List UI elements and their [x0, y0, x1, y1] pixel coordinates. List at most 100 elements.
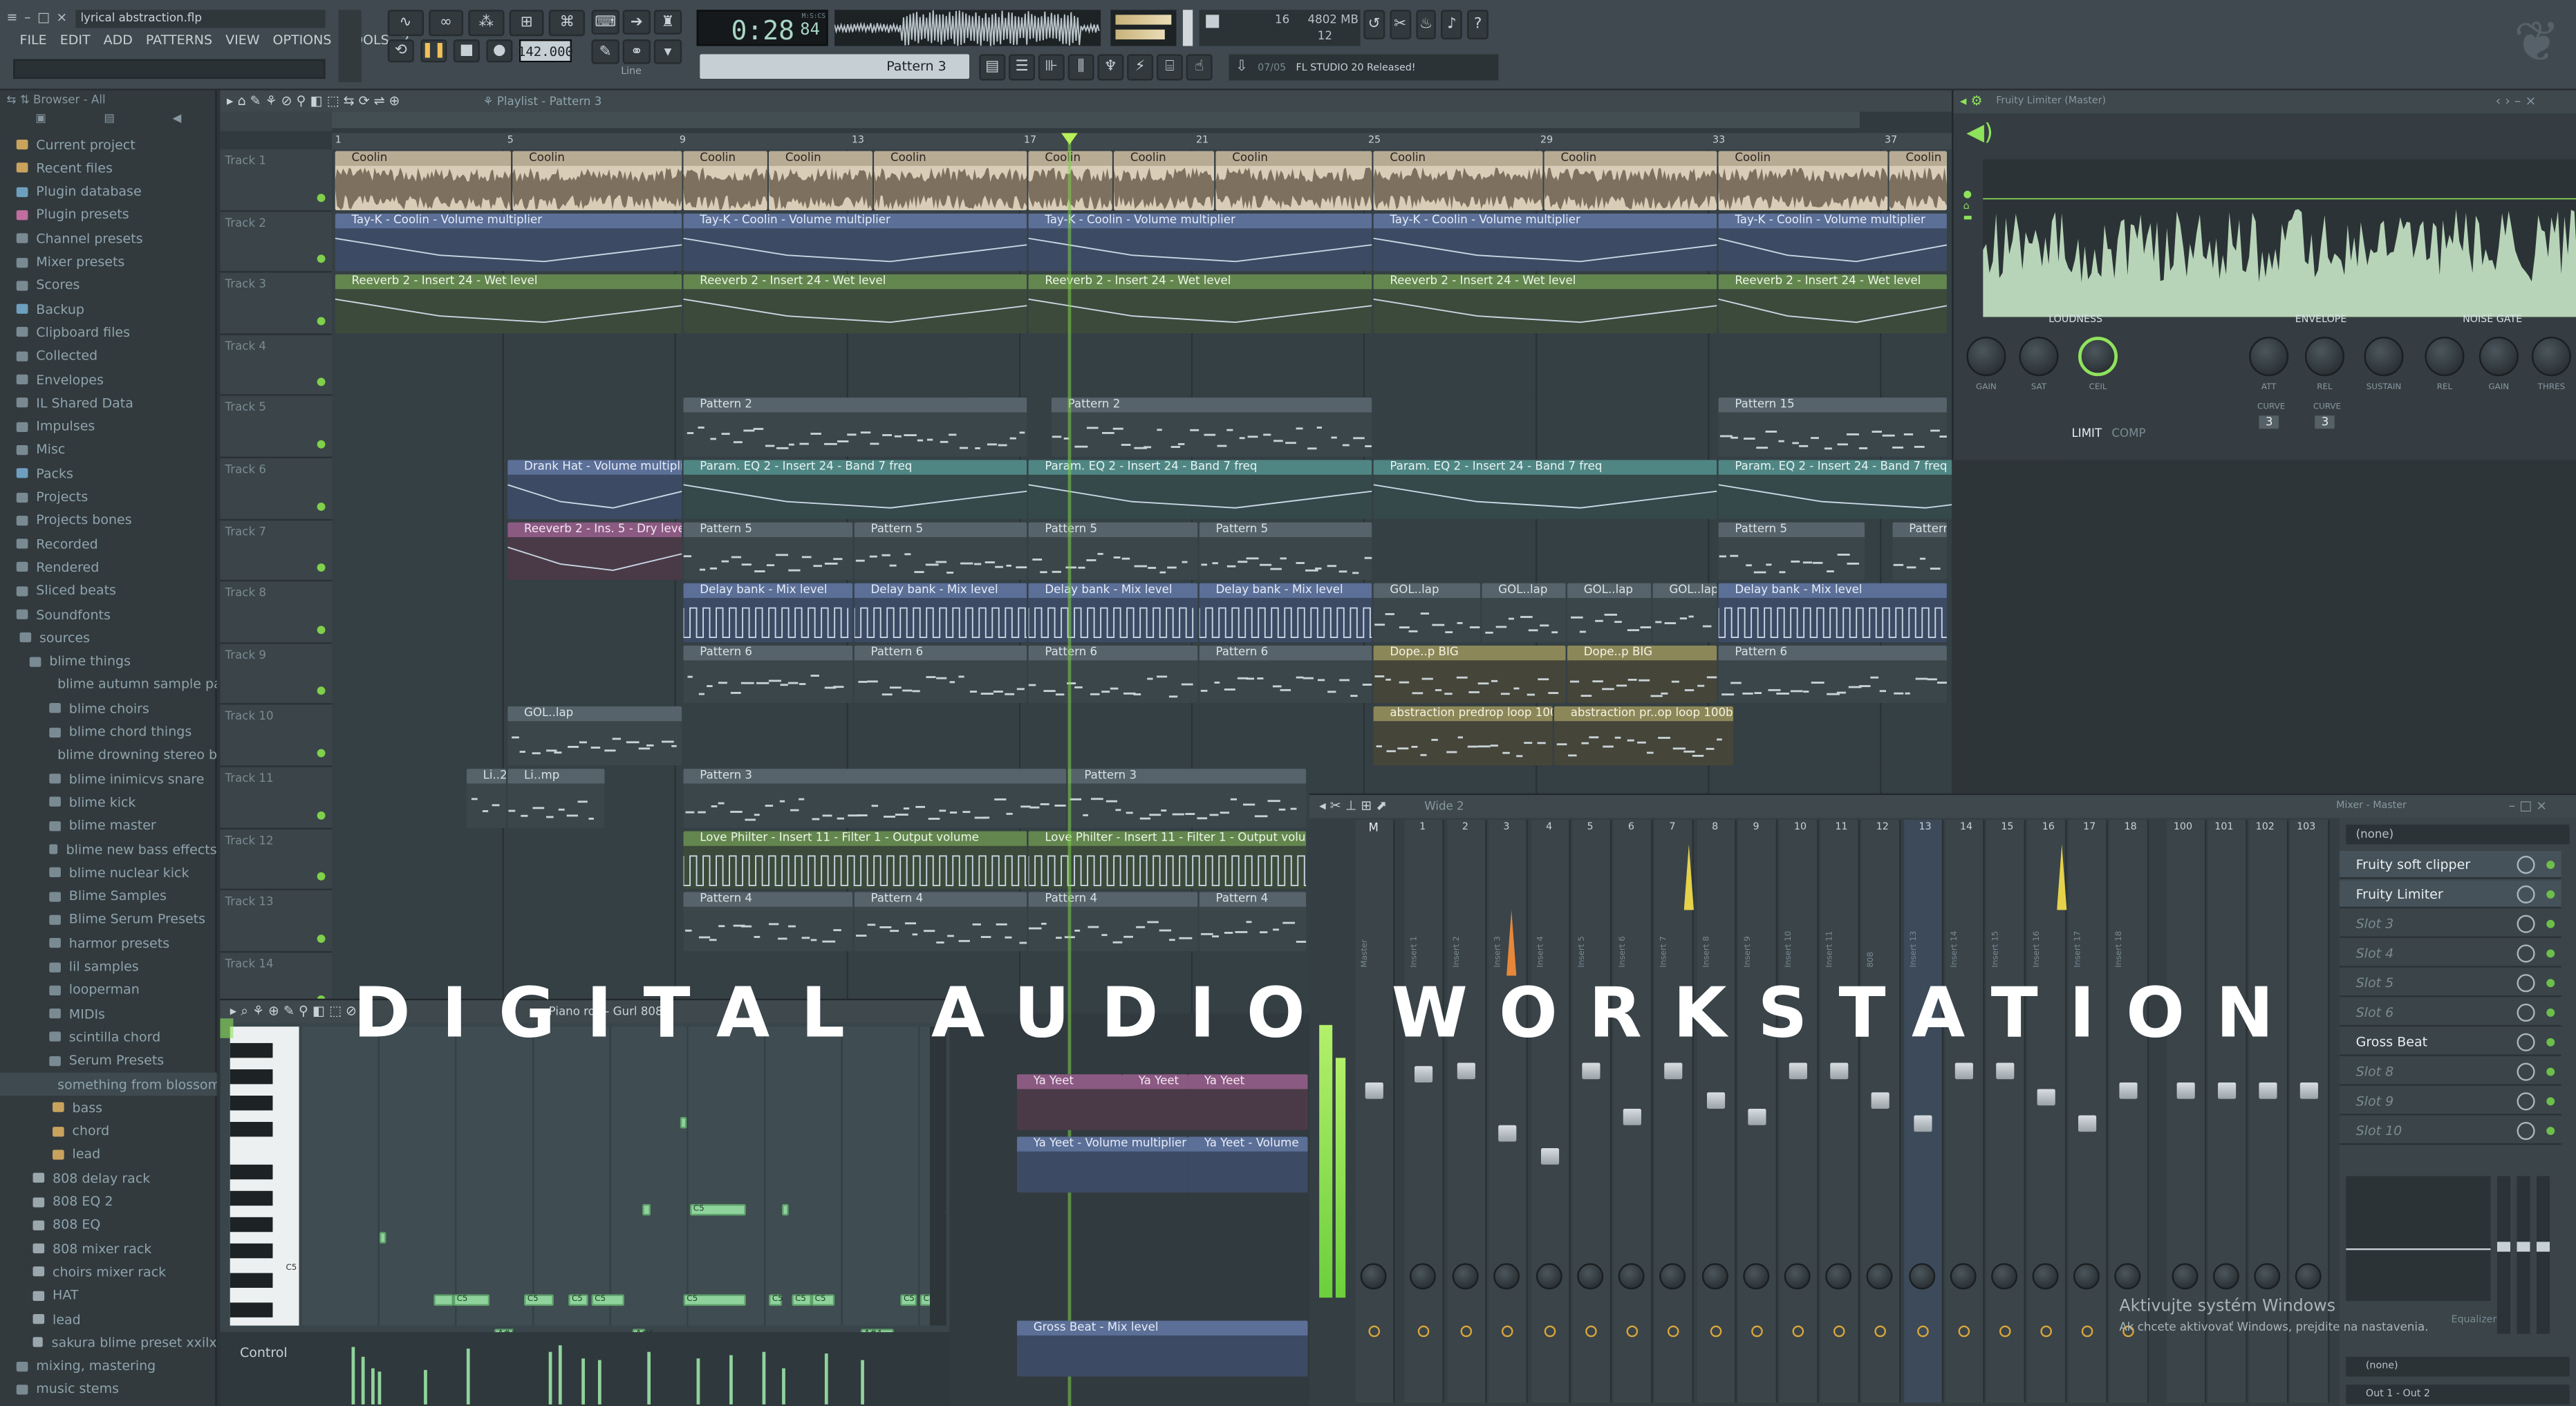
velocity-bar[interactable]	[377, 1371, 382, 1405]
playlist-clip[interactable]: Coolin	[1718, 151, 1888, 210]
playlist-icon[interactable]: ▤	[979, 54, 1006, 81]
mixer-icon[interactable]: ⫼	[1067, 54, 1094, 81]
insert-strip[interactable]: 5 Insert 5	[1572, 819, 1612, 1403]
velocity-bar[interactable]	[466, 1348, 470, 1405]
playlist-clip[interactable]: Coolin	[1215, 151, 1372, 210]
track-header[interactable]: Track 3	[220, 272, 333, 335]
mix-knob[interactable]	[2517, 885, 2535, 903]
pan-knob[interactable]	[2295, 1263, 2322, 1290]
track-mute-led[interactable]	[317, 193, 326, 202]
velocity-bar[interactable]	[647, 1351, 651, 1405]
cpu-plug-icon[interactable]: ⚡	[1127, 54, 1154, 81]
track-mute-led[interactable]	[317, 378, 326, 387]
mix-knob[interactable]	[2517, 974, 2535, 993]
piano-note[interactable]: C5	[524, 1294, 554, 1306]
limiter-window-buttons[interactable]: ‹ › – ×	[2496, 93, 2537, 108]
playlist-clip[interactable]: Pattern 5	[1028, 521, 1198, 581]
pattern-selector[interactable]: Pattern 3	[700, 54, 970, 79]
pan-knob[interactable]	[1825, 1263, 1852, 1290]
fx-slot[interactable]: Slot 9	[2339, 1087, 2561, 1116]
playlist-clip[interactable]: Param. EQ 2 - Insert 24 - Band 7 freq	[1373, 460, 1717, 518]
curve-value[interactable]: 3	[2315, 415, 2335, 429]
playhead-marker-icon[interactable]	[1061, 133, 1078, 145]
piano-note[interactable]: C5	[811, 1294, 835, 1306]
pan-knob[interactable]	[1784, 1263, 1811, 1290]
piano-keyboard[interactable]: C5	[230, 1027, 299, 1326]
insert-strip[interactable]: 9 Insert 9	[1738, 819, 1778, 1403]
volume-fader[interactable]	[1498, 1125, 1517, 1142]
playlist-clip[interactable]: Ya Yeet	[1188, 1074, 1308, 1130]
menu-item-options[interactable]: OPTIONS	[273, 33, 332, 48]
mix-knob[interactable]	[2517, 1033, 2535, 1051]
tuner-icon[interactable]: ♨	[1415, 10, 1437, 40]
track-header[interactable]: Track 8	[220, 581, 333, 644]
insert-strip[interactable]: 14 Insert 14	[1945, 819, 1985, 1403]
limiter-knob[interactable]	[2249, 337, 2289, 377]
browser-item[interactable]: Projects	[0, 485, 217, 508]
track-mute-led[interactable]	[317, 502, 326, 511]
volume-fader[interactable]	[2037, 1089, 2055, 1106]
send-indicator-icon[interactable]	[1874, 1325, 1886, 1338]
playlist-clip[interactable]: Ya Yeet	[1122, 1074, 1188, 1130]
browser-item[interactable]: MIDIs	[0, 1002, 217, 1025]
volume-fader[interactable]	[1914, 1115, 1932, 1132]
news-panel[interactable]: ⇩ 07/05 FL STUDIO 20 Released!	[1229, 54, 1499, 81]
volume-fader[interactable]	[1540, 1148, 1560, 1165]
fx-slot[interactable]: Fruity Limiter	[2339, 880, 2561, 909]
track-mute-led[interactable]	[317, 687, 326, 696]
browser-item[interactable]: 808 delay rack	[0, 1167, 217, 1190]
playlist-clip[interactable]: Coolin	[335, 151, 512, 210]
channel-rack-icon[interactable]: ☰	[1009, 54, 1036, 81]
close-icon[interactable]: ×	[56, 10, 67, 26]
piano-note[interactable]: C5	[591, 1294, 624, 1306]
playlist-clip[interactable]: GOL..lap	[1567, 583, 1652, 642]
browser-icon[interactable]: ⌸	[1156, 54, 1183, 81]
playlist-clip[interactable]: Delay bank - Mix level	[1028, 583, 1198, 642]
velocity-bar[interactable]	[824, 1354, 828, 1405]
track-header[interactable]: Track 11	[220, 767, 333, 829]
playlist-clip[interactable]: GOL..lap	[507, 706, 682, 766]
browser-item[interactable]: music stems	[0, 1378, 217, 1400]
piano-note[interactable]: C5	[683, 1294, 746, 1306]
playlist-clip[interactable]: Coolin	[683, 151, 767, 210]
insert-strip[interactable]: 2 Insert 2	[1447, 819, 1487, 1403]
volume-fader[interactable]	[1664, 1062, 1683, 1080]
piano-note[interactable]: C5	[568, 1294, 588, 1306]
piano-note[interactable]: C5	[769, 1294, 783, 1306]
track-header[interactable]: Track 1	[220, 149, 333, 212]
fx-slot[interactable]: Slot 8	[2339, 1058, 2561, 1086]
volume-fader[interactable]	[2259, 1082, 2277, 1099]
plugin-menu-icon[interactable]: ◂ ⚙	[1960, 93, 1983, 108]
pan-knob[interactable]	[1743, 1263, 1770, 1290]
slot-enable-led[interactable]	[2546, 1097, 2555, 1106]
playlist-clip[interactable]: Reeverb 2 - Insert 24 - Wet level	[1373, 274, 1717, 333]
piano-note[interactable]: C5	[453, 1294, 490, 1306]
playlist-clip[interactable]: Coolin	[1544, 151, 1717, 210]
playlist-clip[interactable]: Ya Yeet - Volume	[1188, 1136, 1308, 1193]
horizontal-scrollbar[interactable]	[332, 111, 1860, 129]
browser-item[interactable]: blime nuclear kick	[0, 861, 217, 884]
browser-item[interactable]: lead	[0, 1143, 217, 1166]
send-indicator-icon[interactable]	[1833, 1325, 1845, 1338]
track-header[interactable]: Track 5	[220, 396, 333, 458]
menu-item-file[interactable]: FILE	[20, 33, 47, 48]
track-header[interactable]: Track 7	[220, 520, 333, 582]
track-mute-led[interactable]	[317, 749, 326, 758]
playlist-clip[interactable]: Pattern 4	[1028, 892, 1198, 951]
playlist-clip[interactable]: Reeverb 2 - Insert 24 - Wet level	[1028, 274, 1372, 333]
speaker-icon[interactable]: ◀)	[1966, 120, 1993, 146]
browser-item[interactable]: Collected	[0, 344, 217, 367]
pan-knob[interactable]	[2032, 1263, 2059, 1290]
browser-item[interactable]: lead	[0, 1308, 217, 1331]
insert-strip[interactable]: 8 Insert 8	[1697, 819, 1737, 1403]
browser-item[interactable]: Blime Samples	[0, 885, 217, 908]
black-key[interactable]	[230, 1042, 273, 1058]
playlist-clip[interactable]: Reeverb 2 - Insert 24 - Wet level	[683, 274, 1027, 333]
track-header[interactable]: Track 4	[220, 335, 333, 397]
browser-item[interactable]: sources	[0, 626, 217, 649]
pan-knob[interactable]	[1866, 1263, 1893, 1290]
track-header[interactable]: Track 13	[220, 890, 333, 953]
volume-fader[interactable]	[1457, 1062, 1475, 1080]
playlist-clip[interactable]: Pattern 3	[1067, 769, 1307, 827]
record-button[interactable]: ●	[486, 39, 513, 63]
